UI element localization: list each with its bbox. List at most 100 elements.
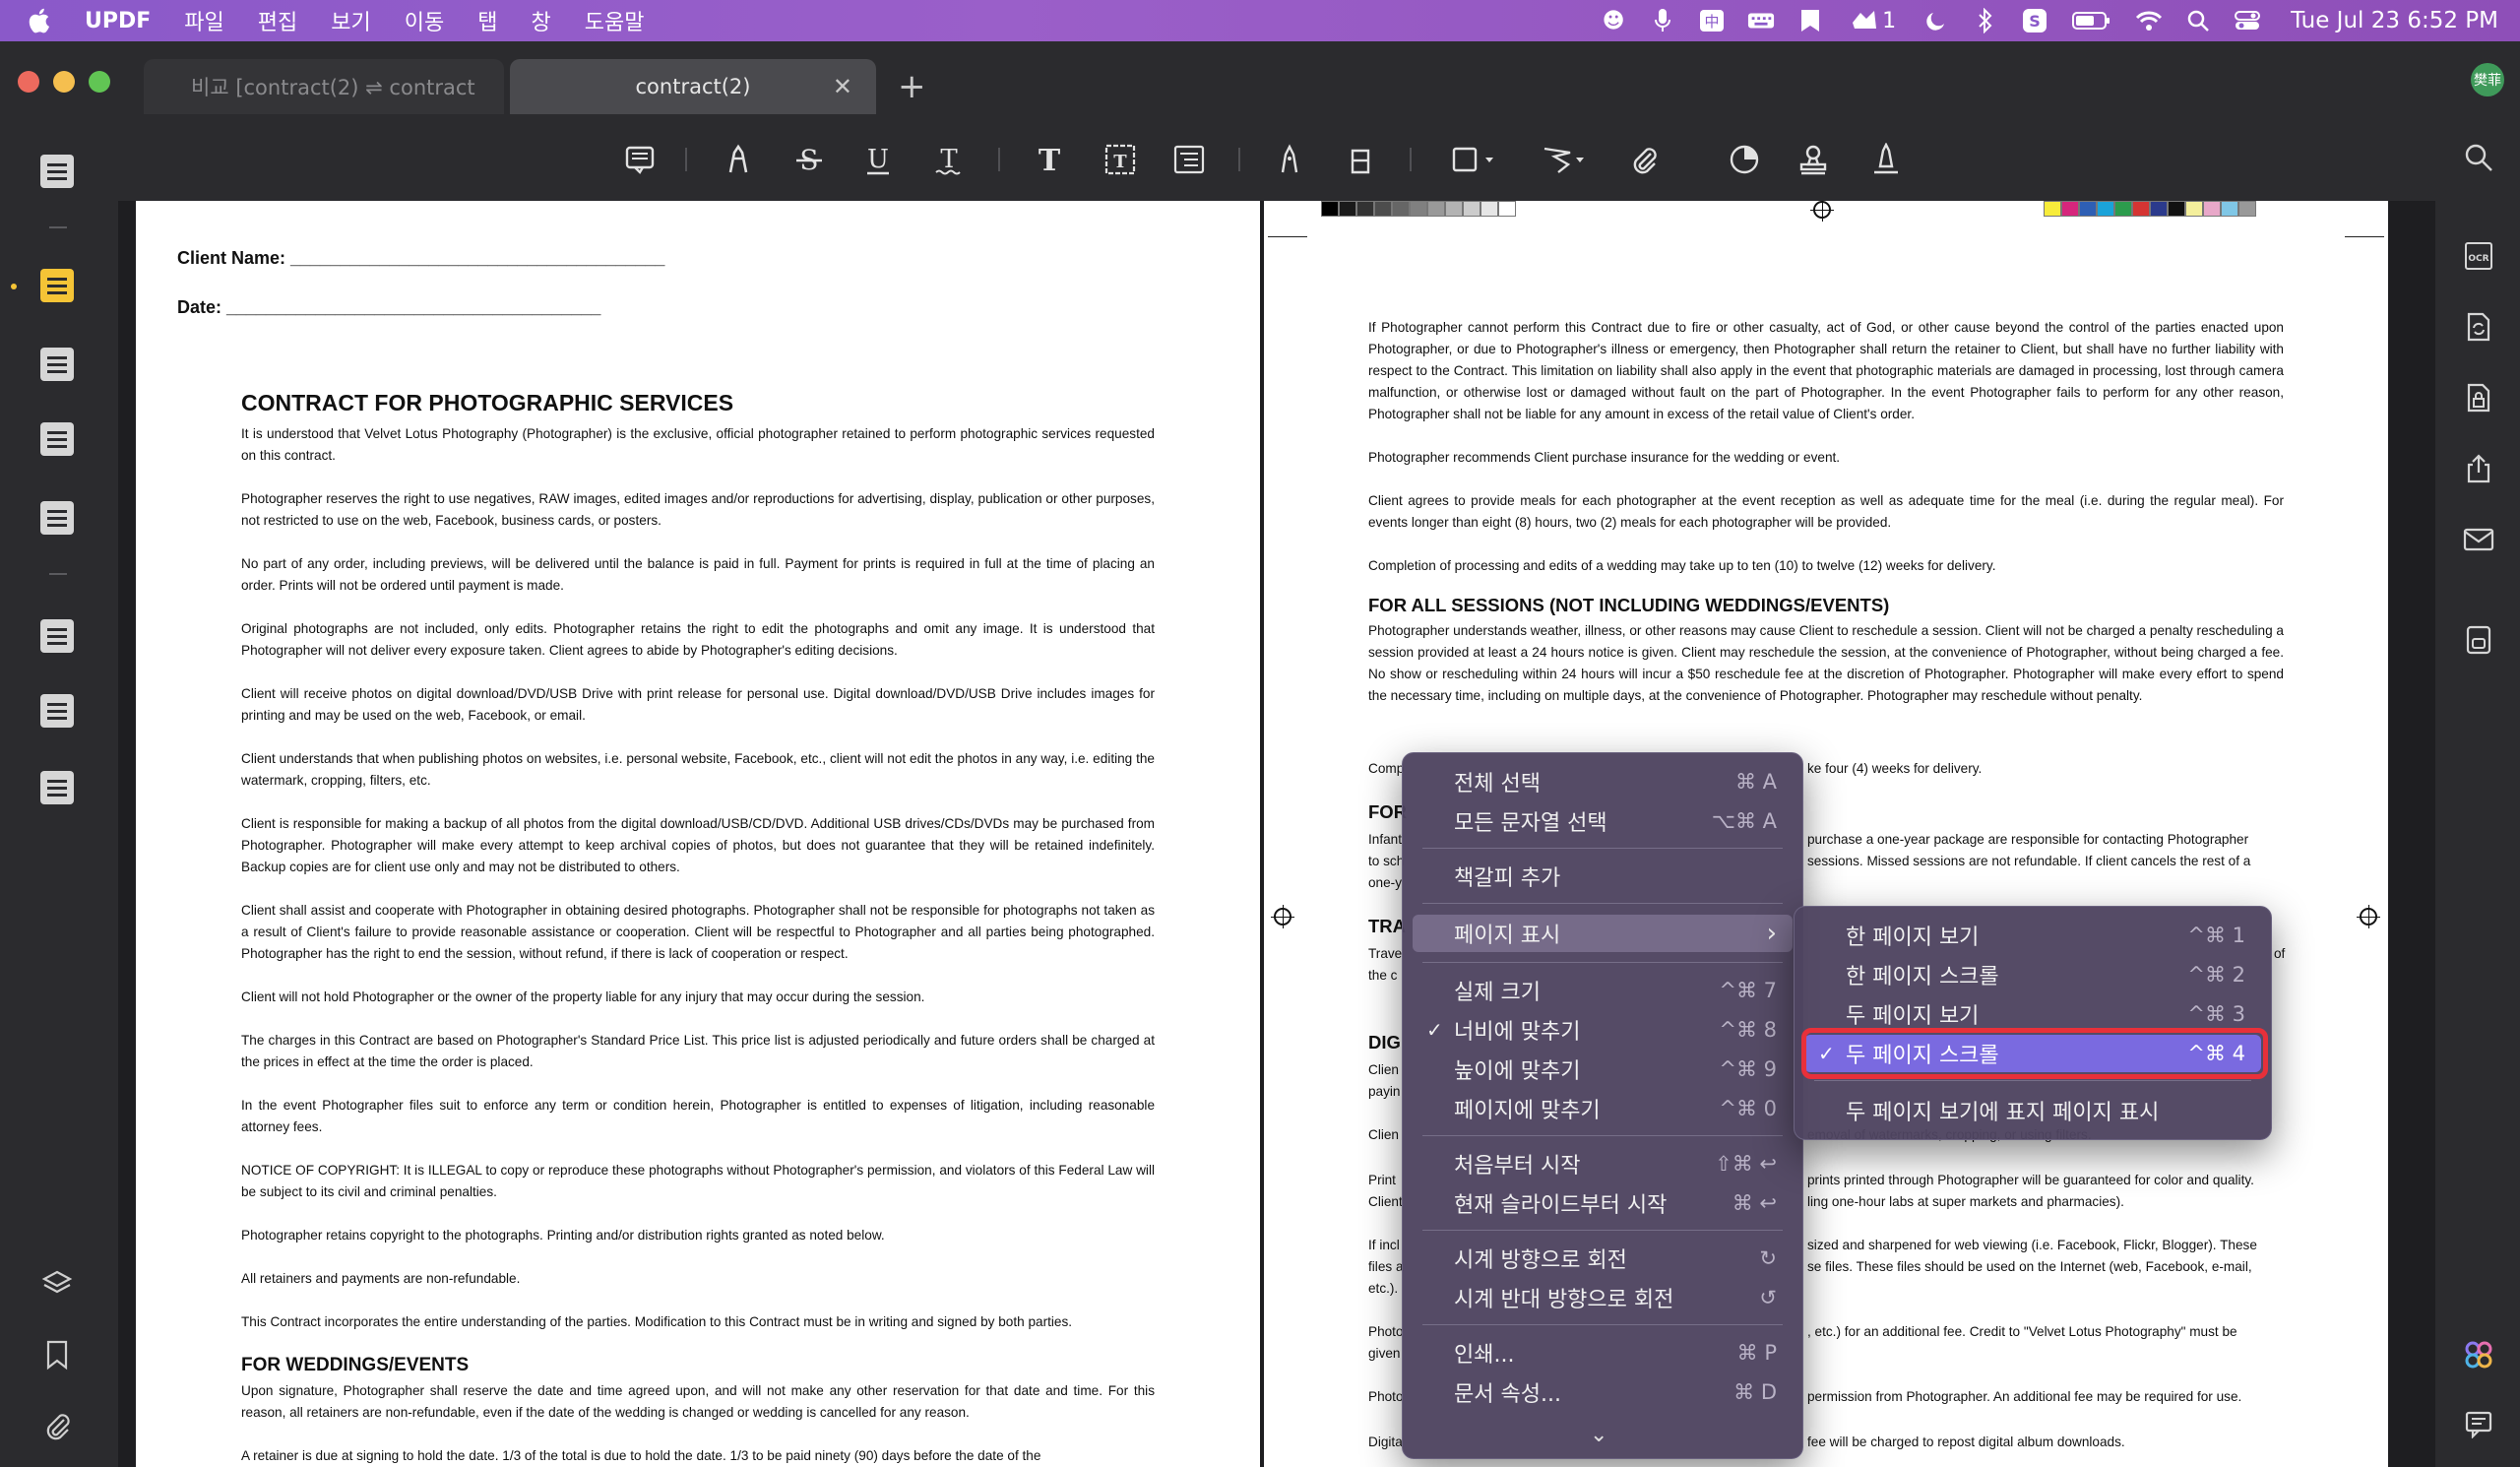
- notification-app-icon[interactable]: 1: [1846, 8, 1901, 33]
- bluetooth-icon[interactable]: [1972, 8, 1999, 33]
- chat-comment-icon[interactable]: [2459, 1404, 2498, 1443]
- reader-mode-icon[interactable]: [37, 152, 77, 191]
- organize-pages-icon[interactable]: [37, 616, 77, 656]
- ai-assistant-icon[interactable]: [2459, 1335, 2498, 1374]
- menu-separator: [1422, 1135, 1783, 1136]
- menu-item-select-all[interactable]: 전체 선택 ⌘ A: [1413, 763, 1793, 800]
- stamp-icon[interactable]: [1794, 140, 1833, 179]
- menu-item-add-bookmark[interactable]: 책갈피 추가: [1413, 858, 1793, 895]
- menu-item-rotate-clockwise[interactable]: 시계 방향으로 회전 ↻: [1413, 1240, 1793, 1277]
- window-zoom-button[interactable]: [89, 71, 110, 93]
- pdf-page-left[interactable]: Client Name: ___________________________…: [136, 201, 1260, 1467]
- night-mode-icon[interactable]: [1922, 8, 1950, 33]
- text-box-icon[interactable]: T: [1101, 140, 1140, 179]
- menu-item-document-properties[interactable]: 문서 속성... ⌘ D: [1413, 1373, 1793, 1411]
- sticker-icon[interactable]: [1725, 140, 1764, 179]
- attachment-icon[interactable]: [39, 1408, 75, 1443]
- paperclip-icon[interactable]: [1624, 140, 1664, 179]
- sidebar-separator: [49, 226, 67, 228]
- paragraph: If Photographer cannot perform this Cont…: [1368, 320, 2284, 421]
- pencil-icon[interactable]: [1270, 140, 1309, 179]
- spotlight-search-icon[interactable]: [2184, 8, 2212, 33]
- tab-compare[interactable]: 비교 [contract(2) ⇌ contract: [144, 59, 504, 114]
- submenu-item-single-page[interactable]: 한 페이지 보기 ^⌘ 1: [1804, 917, 2261, 954]
- microphone-icon[interactable]: [1649, 8, 1676, 33]
- paragraph: Upon signature, Photographer shall reser…: [241, 1383, 1155, 1420]
- menu-file[interactable]: 파일: [184, 5, 223, 36]
- underline-icon[interactable]: U: [858, 140, 898, 179]
- search-icon[interactable]: [2459, 138, 2498, 177]
- clock[interactable]: Tue Jul 23 6:52 PM: [2291, 8, 2498, 33]
- menu-view[interactable]: 보기: [331, 5, 370, 36]
- menu-item-start-from-current[interactable]: 현재 슬라이드부터 시작 ⌘ ↩: [1413, 1184, 1793, 1222]
- form-icon[interactable]: [37, 498, 77, 538]
- edit-pdf-icon[interactable]: [37, 345, 77, 384]
- submenu-item-single-page-scroll[interactable]: 한 페이지 스크롤 ^⌘ 2: [1804, 956, 2261, 993]
- highlighter-icon[interactable]: [719, 140, 758, 179]
- svg-text:T: T: [1113, 152, 1127, 172]
- comment-mode-icon[interactable]: [37, 266, 77, 305]
- menu-item-fit-height[interactable]: 높이에 맞추기 ^⌘ 9: [1413, 1051, 1793, 1088]
- protect-icon[interactable]: [2459, 378, 2498, 417]
- user-avatar[interactable]: 樊菲: [2471, 63, 2504, 96]
- paragraph: The charges in this Contract are based o…: [241, 1033, 1155, 1069]
- paragraph: Photographer retains copyright to the ph…: [241, 1228, 885, 1243]
- input-method-icon[interactable]: 中: [1698, 8, 1726, 33]
- tab-close-icon[interactable]: ✕: [833, 73, 852, 100]
- scroll-more-chevron-icon[interactable]: ⌄: [1590, 1423, 1607, 1447]
- control-center-icon[interactable]: [2234, 8, 2261, 33]
- paragraph: It is understood that Velvet Lotus Photo…: [241, 426, 1155, 463]
- rotate-counterclockwise-icon: ↺: [1759, 1286, 1777, 1309]
- text-callout-icon[interactable]: [1169, 140, 1209, 179]
- menu-window[interactable]: 창: [531, 5, 550, 36]
- keyboard-icon[interactable]: [1747, 8, 1775, 33]
- menu-item-select-all-text[interactable]: 모든 문자열 선택 ⌥⌘ A: [1413, 802, 1793, 840]
- email-icon[interactable]: [2459, 520, 2498, 559]
- strikethrough-icon[interactable]: S: [789, 140, 829, 179]
- ocr-icon[interactable]: OCR: [2459, 236, 2498, 276]
- new-tab-button[interactable]: +: [898, 67, 926, 106]
- eraser-icon[interactable]: [1341, 140, 1380, 179]
- menu-item-fit-page[interactable]: 페이지에 맞추기 ^⌘ 0: [1413, 1090, 1793, 1127]
- redact-icon[interactable]: [37, 768, 77, 807]
- crop-icon[interactable]: [37, 691, 77, 731]
- menu-item-fit-width[interactable]: ✓ 너비에 맞추기 ^⌘ 8: [1413, 1011, 1793, 1049]
- shape-dropdown-icon[interactable]: [1447, 140, 1502, 179]
- convert-icon[interactable]: [2459, 307, 2498, 347]
- menu-item-rotate-counterclockwise[interactable]: 시계 반대 방향으로 회전 ↺: [1413, 1279, 1793, 1316]
- menu-item-print[interactable]: 인쇄... ⌘ P: [1413, 1334, 1793, 1371]
- text-icon[interactable]: T: [1030, 140, 1069, 179]
- app-name-menu[interactable]: UPDF: [85, 9, 151, 33]
- emoji-face-icon[interactable]: ☻: [1600, 8, 1627, 33]
- bookmark-icon[interactable]: [39, 1337, 75, 1372]
- share-icon[interactable]: [2459, 449, 2498, 488]
- tab-contract[interactable]: contract(2) ✕: [510, 59, 876, 114]
- menu-item-page-display[interactable]: 페이지 표시 ›: [1413, 915, 1793, 952]
- save-icon[interactable]: [2459, 620, 2498, 660]
- menu-item-shortcut: ⌥⌘ A: [1711, 809, 1777, 833]
- battery-icon[interactable]: [2070, 8, 2113, 33]
- layers-icon[interactable]: [39, 1266, 75, 1302]
- submenu-item-cover-page[interactable]: 두 페이지 보기에 표지 페이지 표시: [1804, 1092, 2261, 1129]
- comment-icon[interactable]: [620, 140, 660, 179]
- signature-pen-icon[interactable]: [1866, 140, 1906, 179]
- page-organize-icon[interactable]: [37, 419, 77, 459]
- wifi-icon[interactable]: [2135, 8, 2163, 33]
- menu-item-label: 문서 속성...: [1454, 1382, 1561, 1407]
- s-app-icon[interactable]: S: [2021, 8, 2048, 33]
- menu-item-shortcut: ⌘ P: [1736, 1341, 1777, 1365]
- squiggly-underline-icon[interactable]: T: [929, 140, 969, 179]
- menu-go[interactable]: 이동: [405, 5, 444, 36]
- menu-item-start-from-beginning[interactable]: 처음부터 시작 ⇧⌘ ↩: [1413, 1145, 1793, 1182]
- paragraph: NOTICE OF COPYRIGHT: It is ILLEGAL to co…: [241, 1163, 1155, 1199]
- bookmark-app-icon[interactable]: [1796, 8, 1824, 33]
- menu-item-actual-size[interactable]: 실제 크기 ^⌘ 7: [1413, 972, 1793, 1009]
- menu-tab[interactable]: 탭: [477, 5, 497, 36]
- window-minimize-button[interactable]: [53, 71, 75, 93]
- window-close-button[interactable]: [18, 71, 39, 93]
- apple-icon[interactable]: [26, 6, 51, 35]
- menu-help[interactable]: 도움말: [585, 5, 645, 36]
- menu-edit[interactable]: 편집: [258, 5, 297, 36]
- menu-item-label: 한 페이지 스크롤: [1846, 965, 1999, 989]
- signature-line-dropdown-icon[interactable]: [1538, 140, 1593, 179]
